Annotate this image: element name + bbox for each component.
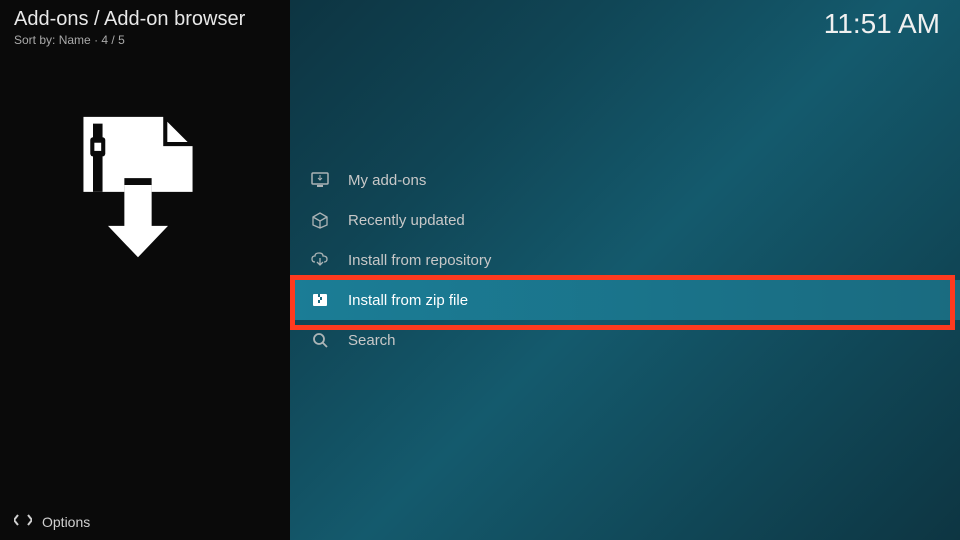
breadcrumb: Add-ons / Add-on browser [14, 8, 245, 31]
sidebar: Add-ons / Add-on browser Sort by: Name ·… [0, 0, 290, 540]
header: Add-ons / Add-on browser Sort by: Name ·… [14, 8, 245, 47]
menu-item-install-repository[interactable]: Install from repository [290, 240, 960, 280]
sort-label: Sort by: [14, 33, 55, 47]
clock: 11:51 AM [824, 8, 940, 40]
menu-item-label: Search [348, 332, 396, 349]
box-icon [310, 210, 330, 230]
menu-item-my-addons[interactable]: My add-ons [290, 160, 960, 200]
addon-browser-icon [68, 110, 208, 260]
menu-item-label: Install from repository [348, 252, 491, 269]
sort-info: Sort by: Name · 4 / 5 [14, 33, 245, 47]
menu-item-install-zip[interactable]: Install from zip file [290, 280, 960, 320]
menu-item-search[interactable]: Search [290, 320, 960, 360]
sort-value: Name [59, 33, 91, 47]
menu-item-label: Install from zip file [348, 292, 468, 309]
options-label: Options [42, 514, 90, 530]
monitor-icon [310, 170, 330, 190]
menu-item-label: My add-ons [348, 172, 426, 189]
options-icon [14, 513, 32, 530]
search-icon [310, 330, 330, 350]
cloud-download-icon [310, 250, 330, 270]
menu-item-label: Recently updated [348, 212, 465, 229]
menu-item-recently-updated[interactable]: Recently updated [290, 200, 960, 240]
options-button[interactable]: Options [14, 513, 90, 530]
zip-icon [310, 290, 330, 310]
menu-list: My add-ons Recently updated Install from… [290, 160, 960, 360]
list-position: 4 / 5 [101, 33, 124, 47]
